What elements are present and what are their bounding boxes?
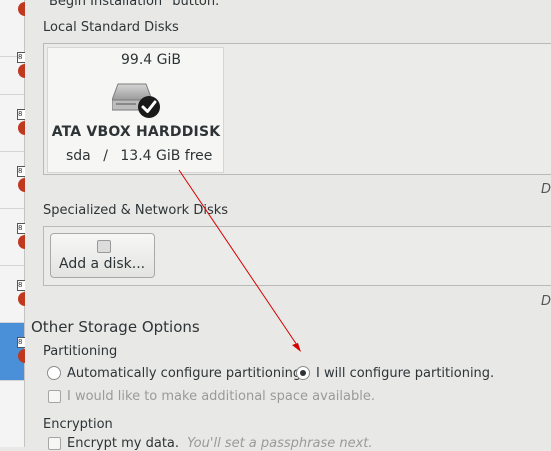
annotation-arrow	[178, 169, 301, 352]
